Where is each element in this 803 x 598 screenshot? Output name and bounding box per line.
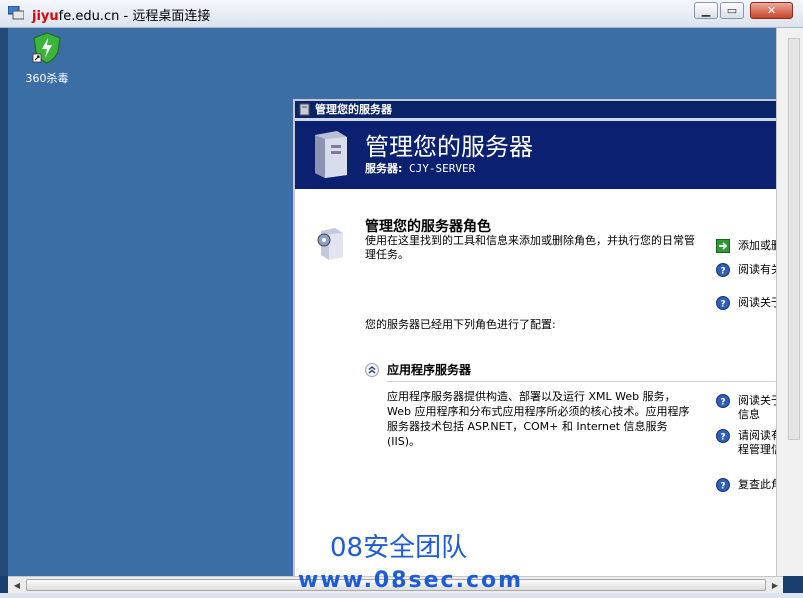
- configured-roles-text: 您的服务器已经用下列角色进行了配置:: [365, 318, 556, 331]
- section-title: 管理您的服务器角色: [365, 219, 491, 235]
- right-screen-edge: [776, 28, 803, 576]
- minimize-button[interactable]: ▁: [694, 2, 718, 19]
- maximize-icon: ▭: [726, 4, 738, 17]
- role-description: 应用程序服务器提供构造、部署以及运行 XML Web 服务，Web 应用程序和分…: [387, 390, 690, 448]
- help-icon: ?: [716, 478, 730, 492]
- server-tower-icon: [315, 131, 347, 178]
- link-remote-management[interactable]: ? 请阅读有远程管理信息: [716, 429, 776, 457]
- page-heading: 管理您的服务器: [365, 133, 533, 161]
- manage-server-title: 管理您的服务器: [315, 103, 392, 116]
- minimize-icon: ▁: [701, 4, 711, 17]
- shield-icon: [32, 32, 61, 64]
- svg-text:?: ?: [720, 482, 725, 492]
- link-label: 阅读有关息: [738, 263, 776, 276]
- help-icon: ?: [716, 394, 730, 408]
- window-bottom-border: [0, 593, 803, 598]
- window-titlebar: jiyufe.edu.cn - 远程桌面连接 ▁ ▭ ✕: [0, 0, 803, 28]
- watermark-url: www.08sec.com: [298, 568, 524, 593]
- link-label: 复查此角: [738, 478, 776, 491]
- help-icon: ?: [716, 296, 730, 310]
- link-read-about-info[interactable]: ? 阅读有关息: [716, 263, 776, 277]
- help-icon: ?: [716, 429, 730, 443]
- manage-server-window: 管理您的服务器 管理您的服务器 服务器: CJY-SERVER 管理您的服务器角…: [293, 99, 776, 576]
- close-icon: ✕: [766, 4, 777, 17]
- remote-desktop: 360杀毒 管理您的服务器 管理您的服务器 服务器: CJY-SERVER 管理…: [8, 28, 776, 576]
- link-label: 阅读关于的信息: [738, 394, 776, 421]
- watermark-team: 08安全团队: [330, 533, 468, 563]
- svg-text:?: ?: [720, 398, 725, 408]
- svg-text:?: ?: [720, 300, 725, 310]
- server-roles-icon: [317, 228, 343, 260]
- section-description: 使用在这里找到的工具和信息来添加或删除角色，并执行您的日常管理任务。: [365, 234, 695, 261]
- role-name[interactable]: 应用程序服务器: [387, 361, 471, 378]
- help-icon: ?: [716, 263, 730, 277]
- server-label: 服务器:: [365, 162, 403, 175]
- remote-desktop-icon: [8, 6, 24, 20]
- maximize-button[interactable]: ▭: [720, 2, 744, 19]
- role-divider: [387, 381, 776, 382]
- redacted-host: jiyu: [32, 9, 59, 24]
- desktop-shortcut-360[interactable]: 360杀毒: [22, 32, 72, 86]
- manage-server-banner: 管理您的服务器 服务器: CJY-SERVER: [295, 118, 776, 189]
- link-add-remove-role[interactable]: 添加或删: [716, 239, 776, 253]
- scroll-left-arrow-icon[interactable]: ◀: [10, 579, 24, 592]
- desktop-shortcut-label: 360杀毒: [25, 72, 69, 85]
- server-small-icon: [299, 103, 310, 116]
- vertical-scrollbar[interactable]: [788, 38, 800, 440]
- link-review-role[interactable]: ? 复查此角: [716, 478, 776, 492]
- link-read-role-info[interactable]: ? 阅读关于的信息: [716, 394, 776, 422]
- link-label: 添加或删: [738, 239, 776, 252]
- svg-text:?: ?: [720, 433, 725, 443]
- scroll-right-arrow-icon[interactable]: ▶: [768, 579, 782, 592]
- window-title-text: fe.edu.cn - 远程桌面连接: [58, 9, 211, 24]
- svg-text:?: ?: [720, 267, 725, 277]
- link-read-about[interactable]: ? 阅读关于: [716, 296, 776, 310]
- link-label: 请阅读有远程管理信息: [738, 429, 776, 456]
- left-screen-edge: [0, 28, 8, 576]
- server-info: 服务器: CJY-SERVER: [365, 160, 475, 176]
- link-label: 阅读关于: [738, 296, 776, 309]
- server-name: CJY-SERVER: [409, 162, 476, 175]
- manage-server-titlebar: 管理您的服务器: [295, 101, 776, 118]
- close-button[interactable]: ✕: [750, 2, 793, 19]
- collapse-chevron-icon[interactable]: [365, 363, 379, 377]
- window-title: jiyufe.edu.cn - 远程桌面连接: [32, 5, 210, 24]
- green-arrow-icon: [716, 239, 730, 253]
